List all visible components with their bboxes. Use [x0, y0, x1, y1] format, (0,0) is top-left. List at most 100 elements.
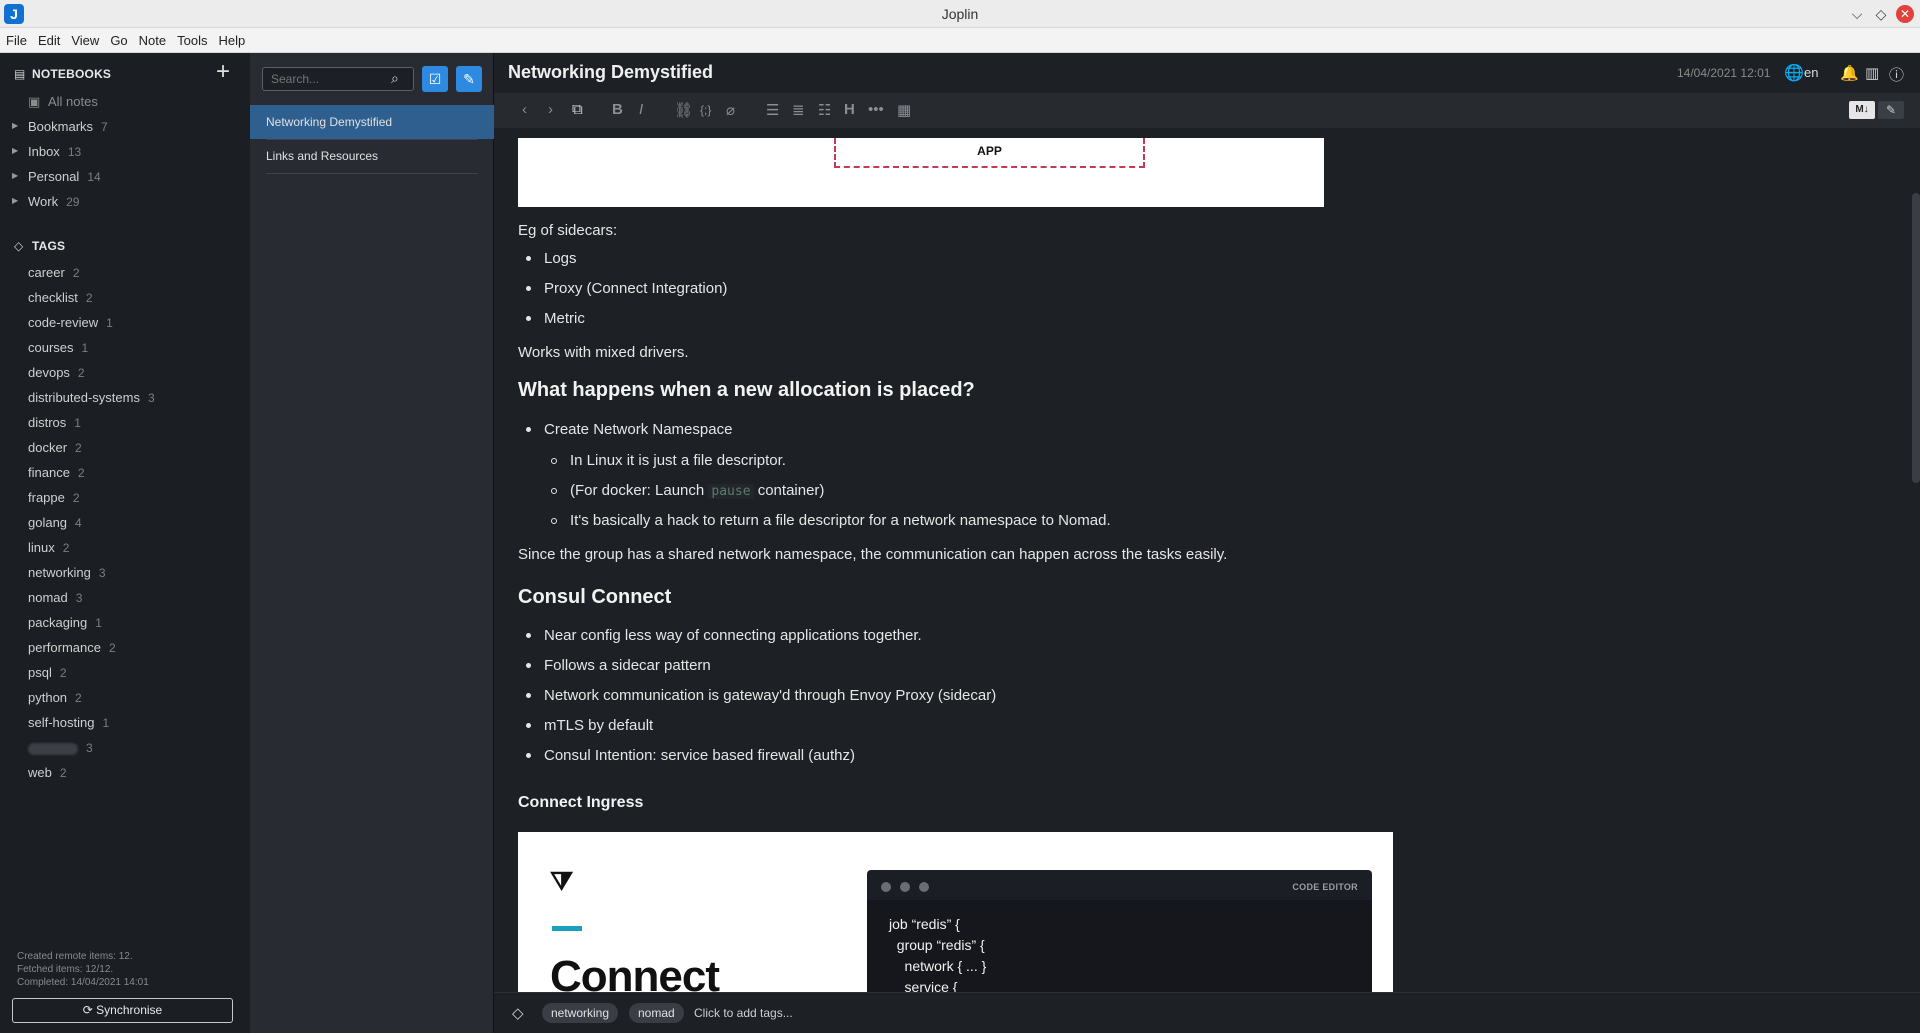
- editor-panel: Networking Demystified 14/04/2021 12:01 …: [494, 53, 1920, 1033]
- tag-label: self-hosting: [28, 715, 95, 730]
- menu-help[interactable]: Help: [212, 28, 250, 53]
- notebook-count: 29: [66, 195, 80, 209]
- sidebar-tag-distributed-systems[interactable]: distributed-systems 3: [28, 390, 155, 415]
- add-notebook-icon[interactable]: +: [216, 60, 230, 84]
- sub-bullet: [551, 458, 557, 464]
- note-list-item[interactable]: Links and Resources: [250, 139, 494, 173]
- sidebar-tag-finance[interactable]: finance 2: [28, 465, 85, 490]
- expand-arrow-icon[interactable]: ▶: [12, 121, 18, 130]
- sidebar-tag-courses[interactable]: courses 1: [28, 340, 88, 365]
- close-window-icon[interactable]: ✕: [1896, 5, 1914, 23]
- sidebar-tag-checklist[interactable]: checklist 2: [28, 290, 93, 315]
- sidebar-tag-code-review[interactable]: code-review 1: [28, 315, 113, 340]
- menu-note[interactable]: Note: [133, 28, 171, 53]
- sidebar-tag-devops[interactable]: devops 2: [28, 365, 85, 390]
- markdown-viewer[interactable]: APP Eg of sidecars: Logs Proxy (Connect …: [494, 138, 1920, 992]
- note-list-item[interactable]: Networking Demystified: [250, 105, 494, 139]
- link-icon[interactable]: ⛓: [674, 101, 693, 119]
- forward-icon[interactable]: ›: [548, 101, 553, 118]
- checkbox-list-icon[interactable]: ☷: [818, 101, 831, 119]
- note-tag-chip[interactable]: networking: [542, 1003, 619, 1023]
- sidebar-item-inbox[interactable]: ▶ Inbox 13: [0, 140, 250, 165]
- globe-icon[interactable]: 🌐: [1784, 63, 1804, 83]
- viewer-scrollbar[interactable]: [1912, 193, 1920, 483]
- sidebar-tag-nomad[interactable]: nomad 3: [28, 590, 82, 615]
- sidebar-tag-psql[interactable]: psql 2: [28, 665, 67, 690]
- menu-go[interactable]: Go: [104, 28, 132, 53]
- sidebar-tag-web[interactable]: web 2: [28, 765, 67, 790]
- edit-mode-toggle[interactable]: ✎: [1878, 101, 1904, 119]
- sidebar-tag-networking[interactable]: networking 3: [28, 565, 106, 590]
- notebook-count: 7: [101, 120, 108, 134]
- sidebar-tag-python[interactable]: python 2: [28, 690, 82, 715]
- tag-label: frappe: [28, 490, 65, 505]
- spellcheck-language[interactable]: en: [1804, 65, 1818, 80]
- heading-icon[interactable]: H: [844, 101, 855, 118]
- notebook-label: Bookmarks: [28, 119, 94, 134]
- minimize-icon[interactable]: ⌵: [1848, 5, 1866, 23]
- notebook-icon: ▤: [14, 67, 26, 81]
- sidebar-tag-golang[interactable]: golang 4: [28, 515, 82, 540]
- sidebar-tag-redacted[interactable]: 3: [28, 740, 93, 765]
- synchronise-button[interactable]: ⟳ Synchronise: [12, 998, 233, 1023]
- expand-arrow-icon[interactable]: ▶: [12, 146, 18, 155]
- sidebar-tag-self-hosting[interactable]: self-hosting 1: [28, 715, 109, 740]
- editor-toolbar: ‹ › ⧉ B I ⛓ {;} ⌀ ☰ ≣ ☷ H ••• ▦ M↓ ✎: [494, 93, 1920, 128]
- sidebar-item-work[interactable]: ▶ Work 29: [0, 190, 250, 215]
- list-item: Proxy (Connect Integration): [544, 280, 728, 297]
- menu-tools[interactable]: Tools: [171, 28, 212, 53]
- list-item: Near config less way of connecting appli…: [544, 627, 922, 644]
- horizontal-rule-icon[interactable]: •••: [868, 101, 884, 118]
- maximize-icon[interactable]: ◇: [1872, 5, 1890, 23]
- sidebar-tag-docker[interactable]: docker 2: [28, 440, 82, 465]
- list-item: (For docker: Launch pause container): [570, 482, 824, 499]
- expand-arrow-icon[interactable]: ▶: [12, 196, 18, 205]
- tags-header[interactable]: ◇ TAGS: [14, 239, 65, 253]
- note-tag-chip[interactable]: nomad: [629, 1003, 684, 1023]
- sidebar-item-personal[interactable]: ▶ Personal 14: [0, 165, 250, 190]
- numbered-list-icon[interactable]: ≣: [792, 101, 805, 119]
- info-icon[interactable]: ⓘ: [1889, 64, 1904, 85]
- inline-code: pause: [708, 484, 754, 499]
- bold-icon[interactable]: B: [612, 101, 623, 118]
- sidebar-tag-packaging[interactable]: packaging 1: [28, 615, 102, 640]
- checkbox-icon: ☑: [428, 71, 442, 87]
- sidebar-tag-performance[interactable]: performance 2: [28, 640, 116, 665]
- back-icon[interactable]: ‹: [522, 101, 527, 118]
- sidebar-tag-frappe[interactable]: frappe 2: [28, 490, 80, 515]
- expand-arrow-icon[interactable]: ▶: [12, 171, 18, 180]
- sidebar: ▤ NOTEBOOKS + ▣ All notes ▶ Bookmarks 7 ▶ I…: [0, 53, 250, 1033]
- markdown-mode-toggle[interactable]: M↓: [1849, 101, 1875, 119]
- alarm-icon[interactable]: 🔔: [1840, 64, 1859, 82]
- bullet: [526, 633, 531, 638]
- menu-file[interactable]: File: [0, 28, 32, 53]
- sync-stat-line: Completed: 14/04/2021 14:01: [17, 977, 149, 988]
- tag-label: code-review: [28, 315, 99, 330]
- search-icon[interactable]: ⌕: [391, 70, 399, 87]
- menu-view[interactable]: View: [65, 28, 104, 53]
- notebooks-header[interactable]: ▤ NOTEBOOKS: [14, 67, 111, 81]
- tag-count: 2: [75, 441, 82, 455]
- new-note-button[interactable]: ✎: [456, 66, 482, 92]
- sidebar-tag-career[interactable]: career 2: [28, 265, 80, 290]
- add-tags-link[interactable]: Click to add tags...: [694, 1006, 793, 1020]
- new-todo-button[interactable]: ☑: [422, 66, 448, 92]
- sidebar-tag-distros[interactable]: distros 1: [28, 415, 81, 440]
- tag-label: psql: [28, 665, 52, 680]
- note-title[interactable]: Networking Demystified: [508, 62, 713, 83]
- menu-edit[interactable]: Edit: [32, 28, 65, 53]
- italic-icon[interactable]: I: [639, 101, 643, 118]
- code-icon[interactable]: {;}: [700, 103, 711, 117]
- toggle-layout-icon[interactable]: ▥: [1865, 64, 1879, 82]
- all-notes-item[interactable]: ▣ All notes: [28, 94, 98, 110]
- attachment-icon[interactable]: ⌀: [726, 101, 735, 119]
- code-line: group “redis” {: [889, 937, 985, 953]
- bullet-list-icon[interactable]: ☰: [766, 101, 779, 119]
- external-edit-icon[interactable]: ⧉: [572, 101, 583, 118]
- bullet: [526, 693, 531, 698]
- sidebar-tag-linux[interactable]: linux 2: [28, 540, 69, 565]
- code-line: network { ... }: [889, 958, 987, 974]
- list-item: Consul Intention: service based firewall…: [544, 747, 855, 764]
- sidebar-item-bookmarks[interactable]: ▶ Bookmarks 7: [0, 115, 250, 140]
- insert-time-icon[interactable]: ▦: [897, 101, 911, 119]
